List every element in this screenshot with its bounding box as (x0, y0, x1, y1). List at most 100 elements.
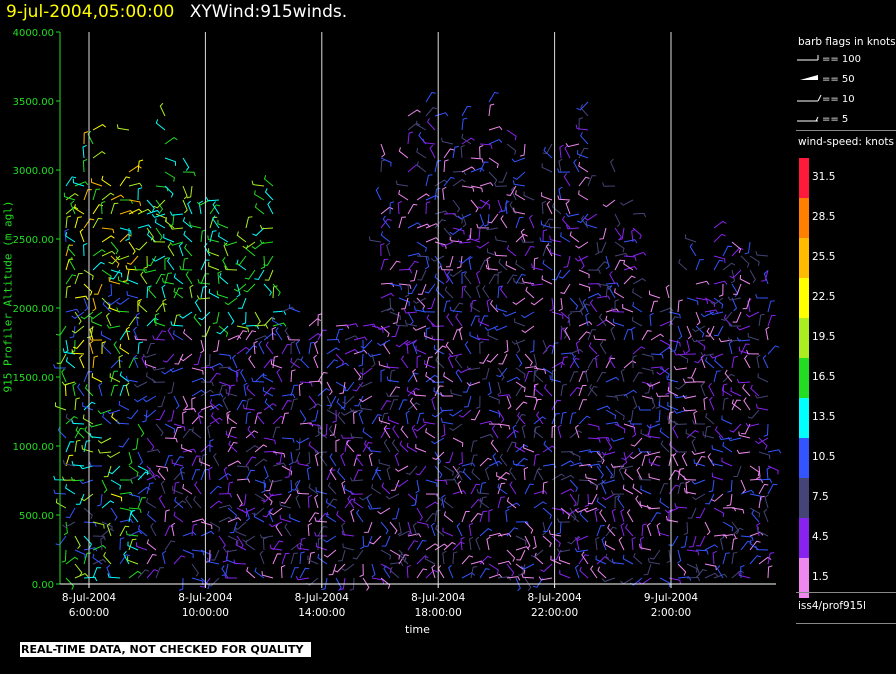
wind-barb (705, 412, 715, 425)
wind-barb (482, 367, 490, 380)
wind-barb (509, 481, 517, 495)
wind-barb (488, 91, 499, 103)
speed-swatch-label: 22.5 (812, 291, 836, 303)
wind-barb (542, 229, 548, 243)
wind-barb (207, 235, 220, 243)
wind-barb (452, 199, 461, 213)
wind-barb (329, 453, 337, 467)
wind-barb (259, 239, 274, 245)
wind-barb (646, 504, 661, 510)
wind-barb (218, 232, 229, 243)
x-tick-time: 18:00:00 (415, 607, 462, 619)
wind-barb (434, 385, 444, 397)
wind-barb (422, 418, 436, 425)
wind-barb (290, 398, 298, 411)
wind-barb (594, 241, 600, 256)
wind-barb (398, 399, 408, 411)
wind-barb (148, 285, 157, 299)
wind-barb (479, 341, 484, 355)
wind-barb (74, 273, 83, 285)
wind-barb (700, 352, 715, 357)
wind-barb (340, 452, 346, 467)
wind-barb (127, 556, 139, 565)
wind-barb (564, 144, 571, 159)
wind-barb (541, 163, 553, 173)
wind-barb (164, 437, 178, 443)
speed-swatch-label: 7.5 (812, 491, 829, 503)
wind-barb (155, 567, 164, 579)
wind-barb (763, 508, 769, 523)
wind-barb (100, 536, 105, 551)
wind-barb (517, 411, 526, 425)
wind-barb (729, 269, 742, 279)
wind-barb (695, 311, 701, 326)
wind-barb (733, 465, 742, 477)
wind-barb (602, 199, 616, 208)
wind-barb (70, 476, 85, 482)
wind-barb (692, 419, 706, 425)
wind-barb (193, 313, 202, 327)
wind-barb (81, 444, 94, 453)
wind-barb (578, 283, 591, 292)
wind-barb (191, 518, 206, 523)
wind-barb (704, 563, 717, 571)
wind-barb (578, 415, 591, 425)
wind-barb (137, 497, 146, 509)
wind-barb (102, 412, 112, 425)
wind-barb (736, 337, 751, 342)
speed-swatch (799, 318, 809, 358)
speed-swatch (799, 158, 809, 198)
wind-barb (380, 157, 392, 167)
wind-barb (466, 365, 481, 371)
wind-barb (61, 381, 76, 386)
wind-barb (470, 566, 478, 579)
wind-barb (389, 399, 398, 411)
x-tick-time: 2:00:00 (651, 607, 691, 619)
wind-barb (217, 219, 229, 229)
wind-barb (425, 501, 439, 509)
wind-barb (170, 321, 184, 327)
wind-barb (164, 185, 174, 198)
wind-barb (258, 340, 265, 355)
wind-barb (618, 466, 625, 481)
wind-barb (541, 192, 553, 201)
wind-barb (551, 269, 562, 281)
wind-barb (74, 439, 81, 453)
wind-barb (533, 453, 540, 467)
wind-barb (186, 185, 193, 199)
wind-barb (240, 368, 247, 383)
wind-barb (425, 174, 433, 187)
wind-barb (275, 523, 283, 537)
wind-barb (765, 326, 770, 341)
wind-barb (758, 451, 771, 460)
wind-barb (218, 472, 232, 481)
wind-barb (458, 451, 463, 466)
wind-barb (241, 311, 247, 325)
wind-barb (762, 354, 769, 369)
wind-barb (74, 204, 85, 215)
wind-barb (137, 187, 143, 201)
wind-barb (171, 522, 176, 537)
wind-barb (314, 452, 319, 467)
wind-barb (468, 522, 474, 537)
wind-barb (245, 330, 257, 341)
wind-barb (353, 336, 368, 341)
wind-barb (101, 227, 115, 234)
wind-barb (521, 325, 535, 334)
wind-barb (596, 371, 607, 383)
y-tick-label: 2500.00 (13, 235, 54, 246)
wind-barb (200, 381, 214, 387)
wind-barb (479, 182, 494, 187)
wind-barb (83, 283, 93, 296)
wind-barb (262, 536, 268, 551)
wind-barb (558, 186, 563, 201)
wind-barb (569, 231, 580, 243)
wind-barb (209, 216, 218, 229)
wind-barb (434, 273, 445, 285)
wind-barb (322, 423, 328, 437)
wind-barb (191, 563, 199, 577)
wind-barb (476, 241, 490, 249)
wind-barb (560, 283, 571, 294)
wind-barb (251, 180, 265, 187)
wind-barb (223, 548, 238, 553)
